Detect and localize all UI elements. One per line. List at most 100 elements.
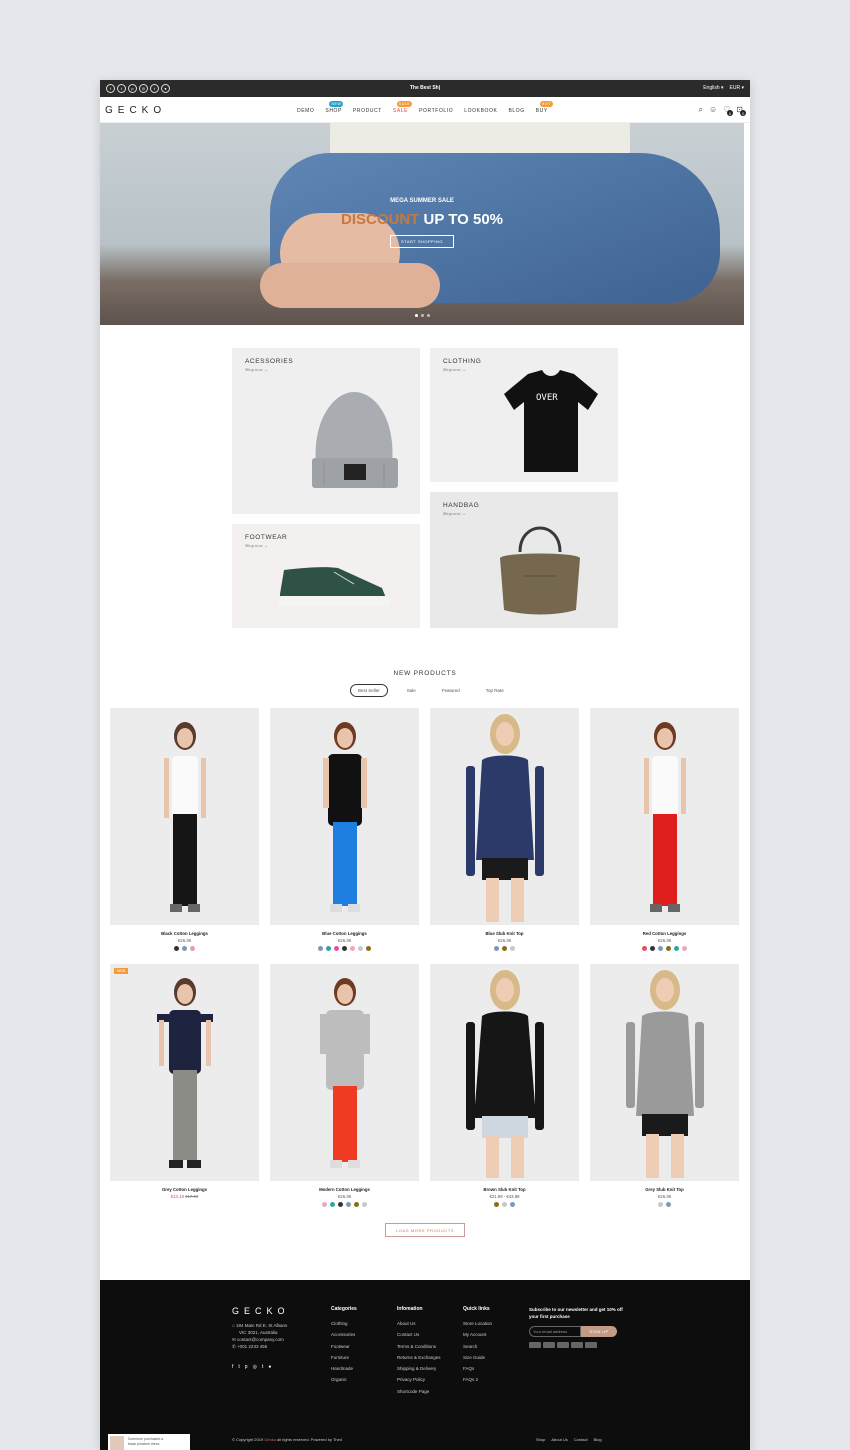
footer-link[interactable]: Store Location (463, 1318, 492, 1329)
shop-now-link[interactable]: Shop now → (245, 543, 268, 548)
color-swatch[interactable] (338, 1202, 343, 1207)
facebook-icon[interactable]: f (232, 1364, 233, 1370)
color-swatch[interactable] (318, 946, 323, 951)
product-card[interactable]: Modern Cotton Leggings €26.39 (270, 964, 419, 1207)
color-swatch[interactable] (358, 946, 363, 951)
product-image[interactable] (590, 964, 739, 1181)
color-swatch[interactable] (674, 946, 679, 951)
currency-select[interactable]: EUR ▾ (730, 85, 744, 91)
product-card[interactable]: Red Cotton Leggings €26.39 (590, 708, 739, 951)
tab-top-rate[interactable]: Top Rate (479, 685, 511, 696)
category-footwear[interactable]: FOOTWEAR Shop now → (232, 524, 420, 628)
pinterest-icon[interactable]: p (245, 1364, 248, 1370)
product-name[interactable]: Blue Cotton Leggings (270, 931, 419, 936)
color-swatch[interactable] (682, 946, 687, 951)
footer-link[interactable]: Furniture (331, 1352, 357, 1363)
nav-sale[interactable]: SALE SALE (393, 101, 413, 114)
nav-demo[interactable]: DEMO (297, 108, 314, 114)
footer-link[interactable]: Size Guide (463, 1352, 492, 1363)
footer-link[interactable]: Clothing (331, 1318, 357, 1329)
color-swatch[interactable] (502, 1202, 507, 1207)
footer-link[interactable]: Contact Us (397, 1329, 441, 1340)
nav-lookbook[interactable]: LOOKBOOK (464, 108, 497, 114)
language-select[interactable]: English ▾ (703, 85, 723, 91)
color-swatch[interactable] (354, 1202, 359, 1207)
category-clothing[interactable]: CLOTHING Shop now → OVER (430, 348, 618, 482)
nav-product[interactable]: PRODUCT (353, 108, 382, 114)
load-more-button[interactable]: LOAD MORE PRODUCTS (385, 1223, 465, 1237)
product-image[interactable]: NEW (110, 964, 259, 1181)
footer-link[interactable]: Returns & Exchanges (397, 1352, 441, 1363)
footer-phone[interactable]: +001 2233 456 (237, 1344, 267, 1349)
footer-link[interactable]: About Us (397, 1318, 441, 1329)
color-swatch[interactable] (666, 946, 671, 951)
slide-dot[interactable] (415, 314, 418, 317)
product-name[interactable]: Blue Slub Knit Top (430, 931, 579, 936)
product-image[interactable] (590, 708, 739, 925)
product-name[interactable]: Grey Cotton Leggings (110, 1187, 259, 1192)
color-swatch[interactable] (346, 1202, 351, 1207)
product-name[interactable]: Brown Slub Knit Top (430, 1187, 579, 1192)
tab-sale[interactable]: Sale (400, 685, 423, 696)
footer-link[interactable]: Privacy Policy (397, 1374, 441, 1385)
account-icon[interactable]: ☺ (709, 105, 717, 120)
product-card[interactable]: NEW Grey Cotton Leggings €13.19 €17.59 (110, 964, 259, 1199)
footer-bottom-link[interactable]: Shop (536, 1437, 545, 1442)
product-image[interactable] (430, 964, 579, 1181)
product-image[interactable] (270, 964, 419, 1181)
footer-logo[interactable]: GECKO (232, 1306, 290, 1316)
category-handbag[interactable]: HANDBAG Shop now → (430, 492, 618, 628)
footer-link[interactable]: Organic (331, 1374, 357, 1385)
shop-now-link[interactable]: Shop now → (245, 367, 268, 372)
color-swatch[interactable] (326, 946, 331, 951)
color-swatch[interactable] (334, 946, 339, 951)
footer-link[interactable]: Shipping & Delivery (397, 1363, 441, 1374)
product-card[interactable]: Brown Slub Knit Top €21.99 - €43.98 (430, 964, 579, 1207)
color-swatch[interactable] (658, 1202, 663, 1207)
footer-email[interactable]: contact@company.com (237, 1337, 284, 1342)
nav-blog[interactable]: BLOG (508, 108, 524, 114)
color-swatch[interactable] (494, 1202, 499, 1207)
product-name[interactable]: Black Cotton Leggings (110, 931, 259, 936)
product-image[interactable] (430, 708, 579, 925)
color-swatch[interactable] (322, 1202, 327, 1207)
footer-link[interactable]: Accessories (331, 1329, 357, 1340)
tumblr-icon[interactable]: t (262, 1364, 263, 1370)
color-swatch[interactable] (510, 946, 515, 951)
tab-best-seller[interactable]: Best Seller (350, 684, 388, 697)
color-swatch[interactable] (174, 946, 179, 951)
footer-link[interactable]: Handmade (331, 1363, 357, 1374)
product-card[interactable]: Blue Cotton Leggings €26.39 (270, 708, 419, 951)
color-swatch[interactable] (658, 946, 663, 951)
footer-bottom-link[interactable]: Blog (594, 1437, 602, 1442)
category-accessories[interactable]: ACESSORIES Shop now → (232, 348, 420, 514)
site-logo[interactable]: GECKO (105, 105, 166, 116)
footer-link[interactable]: FAQs (463, 1363, 492, 1374)
color-swatch[interactable] (510, 1202, 515, 1207)
footer-link[interactable]: Shortcode Page (397, 1386, 441, 1397)
color-swatch[interactable] (494, 946, 499, 951)
newsletter-email-input[interactable]: Your email address (529, 1326, 581, 1337)
footer-bottom-link[interactable]: About Us (551, 1437, 567, 1442)
product-name[interactable]: Grey Slub Knit Top (590, 1187, 739, 1192)
footer-link[interactable]: Search (463, 1341, 492, 1352)
slide-dot[interactable] (421, 314, 424, 317)
start-shopping-button[interactable]: START SHOPPING (390, 235, 454, 248)
twitter-icon[interactable]: t (238, 1364, 239, 1370)
color-swatch[interactable] (350, 946, 355, 951)
product-image[interactable] (270, 708, 419, 925)
color-swatch[interactable] (366, 946, 371, 951)
color-swatch[interactable] (182, 946, 187, 951)
search-icon[interactable]: ⌕ (698, 105, 702, 120)
color-swatch[interactable] (650, 946, 655, 951)
color-swatch[interactable] (190, 946, 195, 951)
product-card[interactable]: Blue Slub Knit Top €26.39 (430, 708, 579, 951)
product-card[interactable]: Black Cotton Leggings €26.39 (110, 708, 259, 951)
color-swatch[interactable] (502, 946, 507, 951)
footer-link[interactable]: My Account (463, 1329, 492, 1340)
nav-shop[interactable]: NEW SHOP (325, 101, 344, 114)
color-swatch[interactable] (342, 946, 347, 951)
cart-icon[interactable]: ⊡ 0 (736, 105, 747, 120)
footer-bottom-link[interactable]: Contact (574, 1437, 588, 1442)
nav-buy[interactable]: HOT BUY (536, 101, 553, 114)
